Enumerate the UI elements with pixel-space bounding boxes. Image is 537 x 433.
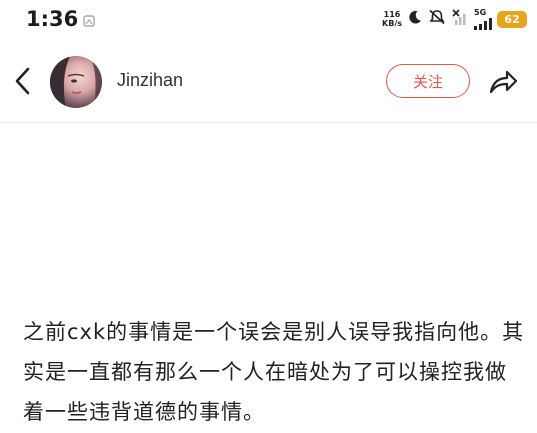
network-speed: 116 KB/s [382, 10, 402, 28]
post-header: Jinzihan 关注 [0, 46, 537, 118]
post-text: 之前cxk的事情是一个误会是别人误导我指向他。其实是一直都有那么一个人在暗处为了… [23, 320, 525, 424]
gallery-icon [83, 12, 95, 27]
network-speed-unit: KB/s [382, 19, 402, 28]
signal-icon [474, 17, 492, 30]
network-speed-value: 116 [383, 10, 401, 19]
status-time: 1:36 [26, 7, 79, 31]
battery-indicator: 62 [497, 10, 527, 28]
network-type: 5G [474, 7, 487, 17]
wifi-off-icon [451, 8, 469, 30]
header-divider [0, 122, 537, 123]
mute-icon [428, 9, 446, 29]
follow-button[interactable]: 关注 [386, 64, 470, 98]
follow-button-label: 关注 [412, 72, 443, 91]
avatar[interactable] [50, 56, 102, 108]
moon-icon [407, 9, 423, 29]
battery-level: 62 [504, 12, 520, 26]
status-bar: 1:36 116 KB/s 5G 62 [0, 0, 537, 40]
back-arrow-icon[interactable] [12, 64, 34, 98]
share-icon[interactable] [487, 68, 519, 96]
mobile-signal: 5G [474, 7, 492, 30]
username[interactable]: Jinzihan [117, 70, 183, 91]
status-icons: 116 KB/s 5G 62 [382, 6, 527, 32]
